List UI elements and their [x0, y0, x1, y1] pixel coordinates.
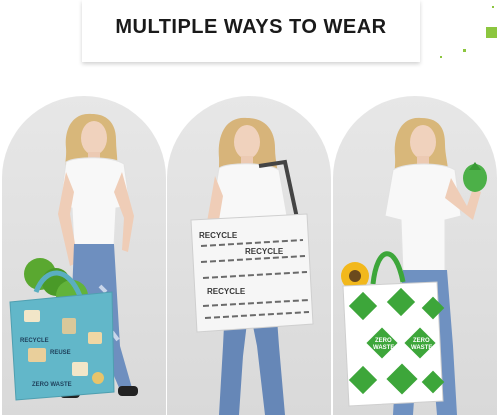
model-illustration: RECYCLE RECYCLE RECYCLE	[190, 117, 314, 415]
green-dot-decoration	[440, 56, 442, 58]
bag-print-text: ZERO	[413, 338, 430, 344]
bag-print-text: ZERO	[375, 338, 392, 344]
panel-side-carry: ZERO WASTE ZERO WASTE	[333, 96, 497, 415]
bag-print-text: RECYCLE	[245, 247, 284, 256]
bag-print-text: REUSE	[50, 350, 71, 356]
green-dot-decoration	[463, 49, 466, 52]
bag-print-text: RECYCLE	[207, 287, 246, 296]
panel-shoulder-carry: RECYCLE RECYCLE RECYCLE	[167, 96, 331, 415]
bag-print-text: ZERO WASTE	[32, 382, 72, 388]
title-banner: MULTIPLE WAYS TO WEAR	[82, 0, 497, 62]
green-dot-decoration	[492, 6, 494, 8]
bag-print-text: WASTE	[373, 345, 394, 351]
banner-title: MULTIPLE WAYS TO WEAR	[115, 16, 387, 38]
model-illustration: ZERO WASTE ZERO WASTE	[341, 117, 487, 415]
bag-print-text: RECYCLE	[20, 338, 49, 344]
green-square-decoration	[486, 27, 497, 38]
panel-hand-carry: RECYCLE REUSE ZERO WASTE	[2, 96, 166, 415]
bag-print-text: WASTE	[411, 345, 432, 351]
model-illustration: RECYCLE REUSE ZERO WASTE	[9, 113, 138, 401]
bag-print-text: RECYCLE	[199, 231, 238, 240]
